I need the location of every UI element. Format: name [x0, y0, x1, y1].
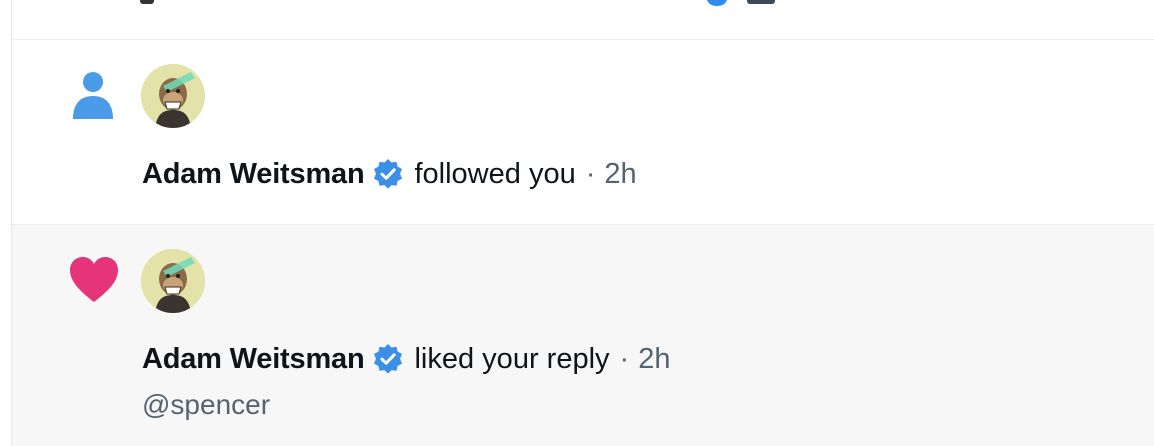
notification-follow[interactable]: Adam Weitsman followed you · 2h [12, 40, 1154, 225]
cutoff-text-fragment [140, 0, 154, 4]
action-text: liked your reply [414, 342, 610, 375]
avatar[interactable] [141, 64, 205, 128]
cutoff-verified-fragment [707, 0, 727, 6]
action-text: followed you [414, 157, 576, 190]
user-name[interactable]: Adam Weitsman [142, 158, 365, 191]
reply-preview-text[interactable]: @spencer [142, 389, 270, 421]
verified-badge-icon [372, 343, 404, 375]
timestamp[interactable]: 2h [604, 158, 636, 191]
user-name[interactable]: Adam Weitsman [142, 343, 365, 376]
cutoff-image-fragment [747, 0, 775, 4]
previous-notification-cutoff[interactable] [12, 0, 1154, 40]
notification-text: Adam Weitsman followed you · 2h [142, 154, 637, 194]
separator-dot: · [619, 342, 630, 375]
timestamp[interactable]: 2h [638, 343, 670, 376]
notification-like[interactable]: Adam Weitsman liked your reply · 2h @spe… [12, 225, 1154, 446]
notification-text: Adam Weitsman liked your reply · 2h [142, 339, 670, 379]
avatar[interactable] [141, 249, 205, 313]
separator-dot: · [585, 157, 596, 190]
heart-icon [68, 256, 120, 309]
person-icon [68, 70, 118, 125]
verified-badge-icon [372, 158, 404, 190]
